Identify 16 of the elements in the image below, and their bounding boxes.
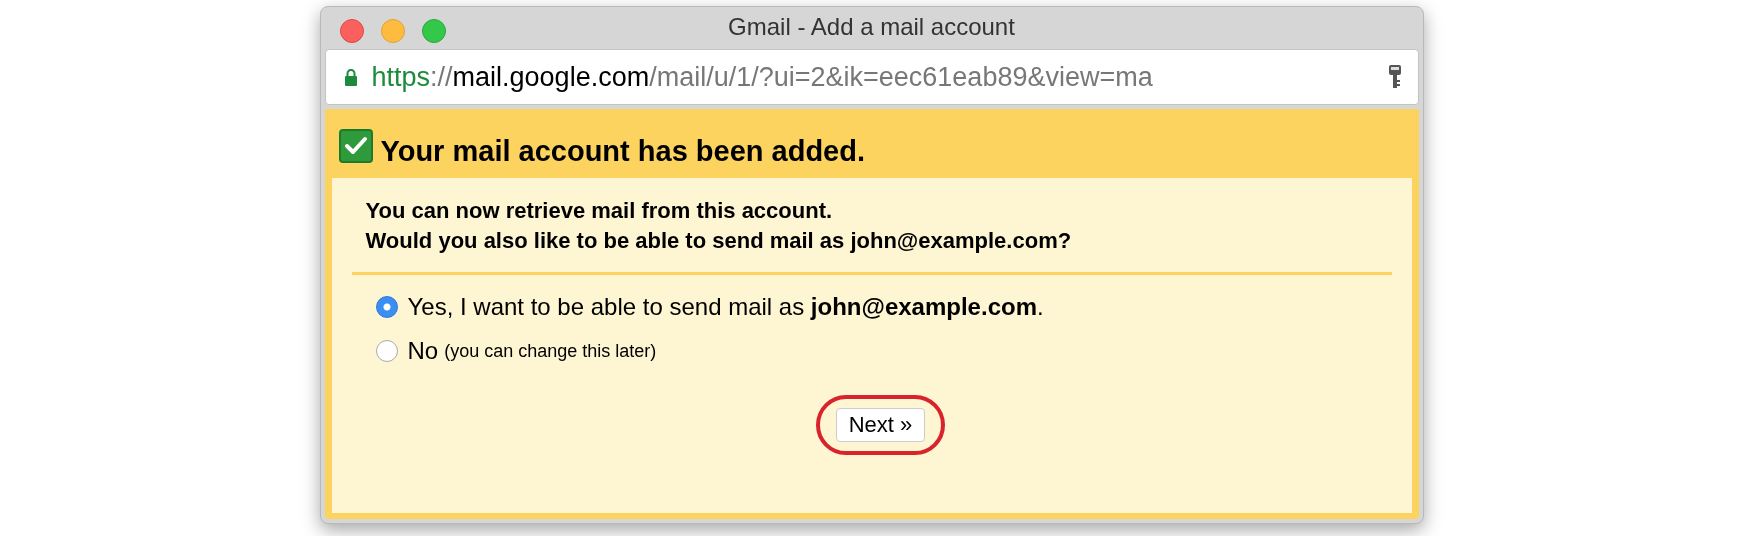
next-button[interactable]: Next » [835, 408, 926, 442]
radio-button[interactable] [375, 340, 398, 362]
address-bar[interactable]: https://mail.google.com/mail/u/1/?ui=2&ik=eec61eab89&view=ma [324, 49, 1419, 105]
url-text: https://mail.google.com/mail/u/1/?ui=2&ik=eec61eab89&view=ma [371, 61, 1154, 93]
option-label[interactable]: Yes, I want to be able to send mail as john@example.com. [407, 293, 1044, 321]
message-text: Would you also like to be able to send mail as john@example.com? [365, 227, 1073, 255]
option-label[interactable]: No [407, 337, 439, 365]
window-title: Gmail - Add a mail account [728, 13, 1015, 41]
banner-title: Your mail account has been added. [380, 135, 866, 168]
key-icon[interactable] [1387, 64, 1402, 90]
zoom-button[interactable] [421, 19, 446, 43]
minimize-button[interactable] [380, 19, 405, 43]
radio-button[interactable] [375, 296, 398, 318]
close-button[interactable] [339, 19, 364, 43]
message-text: You can now retrieve mail from this account. [365, 197, 834, 225]
option-note: (you can change this later) [444, 340, 657, 362]
